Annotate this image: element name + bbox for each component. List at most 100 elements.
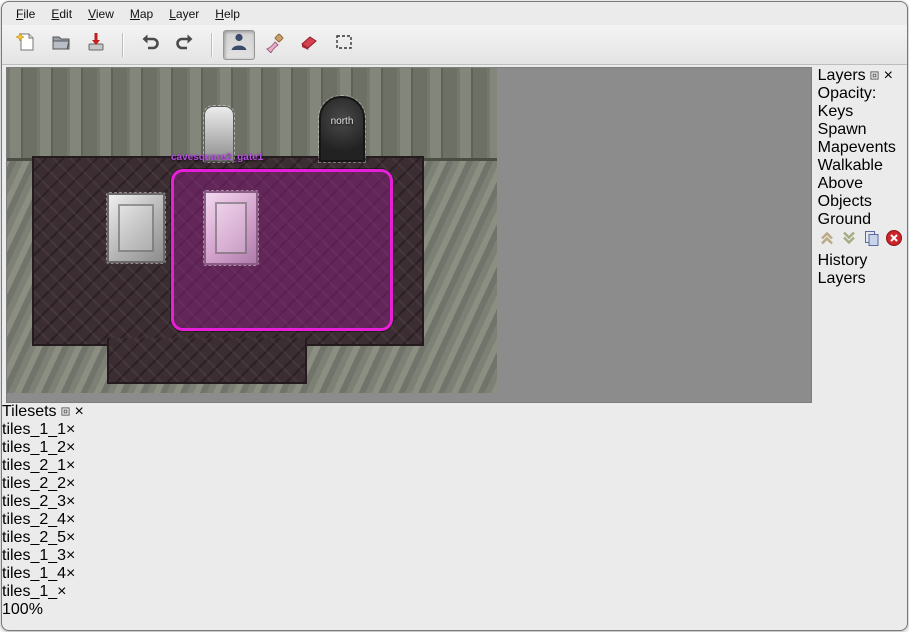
- new-file-button[interactable]: [10, 30, 42, 60]
- layers-dock-tabs: HistoryLayers: [818, 252, 903, 288]
- tab-close-icon[interactable]: ×: [66, 493, 75, 510]
- main-area: north cavesquare2_gate1: [2, 65, 907, 403]
- select-tool-button[interactable]: [328, 30, 360, 60]
- selection-rect-icon: [333, 31, 355, 58]
- tab-label: tiles_2_5: [2, 529, 66, 546]
- dock-close-button[interactable]: ×: [884, 67, 893, 84]
- tab-close-icon[interactable]: ×: [57, 583, 66, 600]
- tab-label: tiles_2_4: [2, 511, 66, 528]
- layers-dock-titlebar: Layers ×: [818, 67, 903, 85]
- tab-close-icon[interactable]: ×: [66, 511, 75, 528]
- map-art: north cavesquare2_gate1: [7, 68, 497, 393]
- dock-float-button[interactable]: [61, 403, 74, 420]
- menubar: FileEditViewMapLayerHelp: [2, 2, 907, 25]
- opacity-label: Opacity:: [818, 85, 877, 102]
- menu-item-view[interactable]: View: [80, 4, 122, 24]
- tilesets-dock-titlebar: Tilesets ×: [2, 403, 907, 421]
- tab-label: tiles_2_3: [2, 493, 66, 510]
- stamp-tool-button[interactable]: [223, 30, 255, 60]
- tab-label: tiles_1_3: [2, 547, 66, 564]
- tab-label: tiles_1_: [2, 583, 57, 600]
- tileset-tab-tiles_2_4[interactable]: tiles_2_4×: [2, 511, 907, 529]
- toolbar-separator: [122, 33, 124, 57]
- layer-row-above[interactable]: Above: [818, 175, 903, 193]
- tab-close-icon[interactable]: ×: [66, 475, 75, 492]
- undo-button[interactable]: [134, 30, 166, 60]
- duplicate-layer-button[interactable]: [863, 234, 885, 251]
- statusbar: 100%: [2, 601, 907, 619]
- tileset-tab-tiles_1_4[interactable]: tiles_1_4×: [2, 565, 907, 583]
- menu-item-map[interactable]: Map: [122, 4, 161, 24]
- menu-item-edit[interactable]: Edit: [43, 4, 80, 24]
- layer-row-keys[interactable]: Keys: [818, 103, 903, 121]
- stone-wall: [7, 68, 497, 161]
- dock-close-button[interactable]: ×: [74, 403, 83, 420]
- layer-row-walkable[interactable]: Walkable: [818, 157, 903, 175]
- tileset-tab-tiles_1_2[interactable]: tiles_1_2×: [2, 439, 907, 457]
- layer-row-mapevents[interactable]: Mapevents: [818, 139, 903, 157]
- map-canvas[interactable]: north cavesquare2_gate1: [6, 67, 812, 403]
- toolbar-separator: [211, 33, 213, 57]
- silver-door: [107, 193, 165, 263]
- open-file-button[interactable]: [45, 30, 77, 60]
- tab-label: tiles_2_1: [2, 457, 66, 474]
- tab-close-icon[interactable]: ×: [66, 547, 75, 564]
- tileset-tab-tiles_1_1[interactable]: tiles_1_1×: [2, 421, 907, 439]
- layer-list: KeysSpawnMapeventsWalkableAboveObjectsGr…: [818, 103, 903, 229]
- layers-dock: Layers × Opacity: KeysSpawnMapeventsWalk…: [818, 67, 903, 403]
- tileset-tab-tiles_2_1[interactable]: tiles_2_1×: [2, 457, 907, 475]
- tilesets-dock-title: Tilesets: [2, 403, 57, 420]
- undo-icon: [139, 31, 161, 58]
- layer-name: Ground: [818, 211, 871, 228]
- opacity-row: Opacity:: [818, 85, 903, 103]
- layer-name: Keys: [818, 103, 854, 120]
- tab-label: tiles_2_2: [2, 475, 66, 492]
- redo-icon: [174, 31, 196, 58]
- tab-label: tiles_1_4: [2, 565, 66, 582]
- eraser-icon: [298, 31, 320, 58]
- tab-close-icon[interactable]: ×: [66, 439, 75, 456]
- delete-layer-button[interactable]: [885, 234, 903, 251]
- tab-label: tiles_1_2: [2, 439, 66, 456]
- layer-name: Spawn: [818, 121, 867, 138]
- north-gate: [319, 96, 365, 162]
- layer-actions: [818, 229, 903, 252]
- zoom-level: 100%: [2, 601, 43, 618]
- tileset-tab-tiles_2_5[interactable]: tiles_2_5×: [2, 529, 907, 547]
- raise-layer-button[interactable]: [818, 234, 840, 251]
- tileset-tab-tiles_1_[interactable]: tiles_1_×: [2, 583, 907, 601]
- eraser-tool-button[interactable]: [293, 30, 325, 60]
- tab-close-icon[interactable]: ×: [66, 529, 75, 546]
- tab-close-icon[interactable]: ×: [66, 457, 75, 474]
- brush-tool-button[interactable]: [258, 30, 290, 60]
- app-window: FileEditViewMapLayerHelp: [1, 1, 908, 631]
- open-folder-icon: [50, 31, 72, 58]
- dock-tab-history[interactable]: History: [818, 252, 903, 270]
- new-file-icon: [15, 31, 37, 58]
- layer-row-ground[interactable]: Ground: [818, 211, 903, 229]
- tab-close-icon[interactable]: ×: [66, 565, 75, 582]
- layer-row-spawn[interactable]: Spawn: [818, 121, 903, 139]
- layers-dock-title: Layers: [818, 67, 866, 84]
- menu-item-file[interactable]: File: [8, 4, 43, 24]
- gate-direction-label: north: [319, 116, 365, 127]
- tab-label: tiles_1_1: [2, 421, 66, 438]
- tileset-tab-tiles_2_3[interactable]: tiles_2_3×: [2, 493, 907, 511]
- layer-name: Objects: [818, 193, 872, 210]
- brush-icon: [263, 31, 285, 58]
- menu-item-help[interactable]: Help: [207, 4, 248, 24]
- dock-tab-layers[interactable]: Layers: [818, 270, 903, 288]
- menu-item-layer[interactable]: Layer: [161, 4, 207, 24]
- save-icon: [85, 31, 107, 58]
- tab-close-icon[interactable]: ×: [66, 421, 75, 438]
- dock-float-button[interactable]: [870, 67, 883, 84]
- save-button[interactable]: [80, 30, 112, 60]
- tilesets-dock: Tilesets × tiles_1_1×tiles_1_2×tiles_2_1…: [2, 403, 907, 601]
- tileset-tab-tiles_1_3[interactable]: tiles_1_3×: [2, 547, 907, 565]
- redo-button[interactable]: [169, 30, 201, 60]
- tileset-tab-tiles_2_2[interactable]: tiles_2_2×: [2, 475, 907, 493]
- layer-row-objects[interactable]: Objects: [818, 193, 903, 211]
- layer-name: Walkable: [818, 157, 883, 174]
- tileset-tabbar: tiles_1_1×tiles_1_2×tiles_2_1×tiles_2_2×…: [2, 421, 907, 601]
- lower-layer-button[interactable]: [840, 234, 862, 251]
